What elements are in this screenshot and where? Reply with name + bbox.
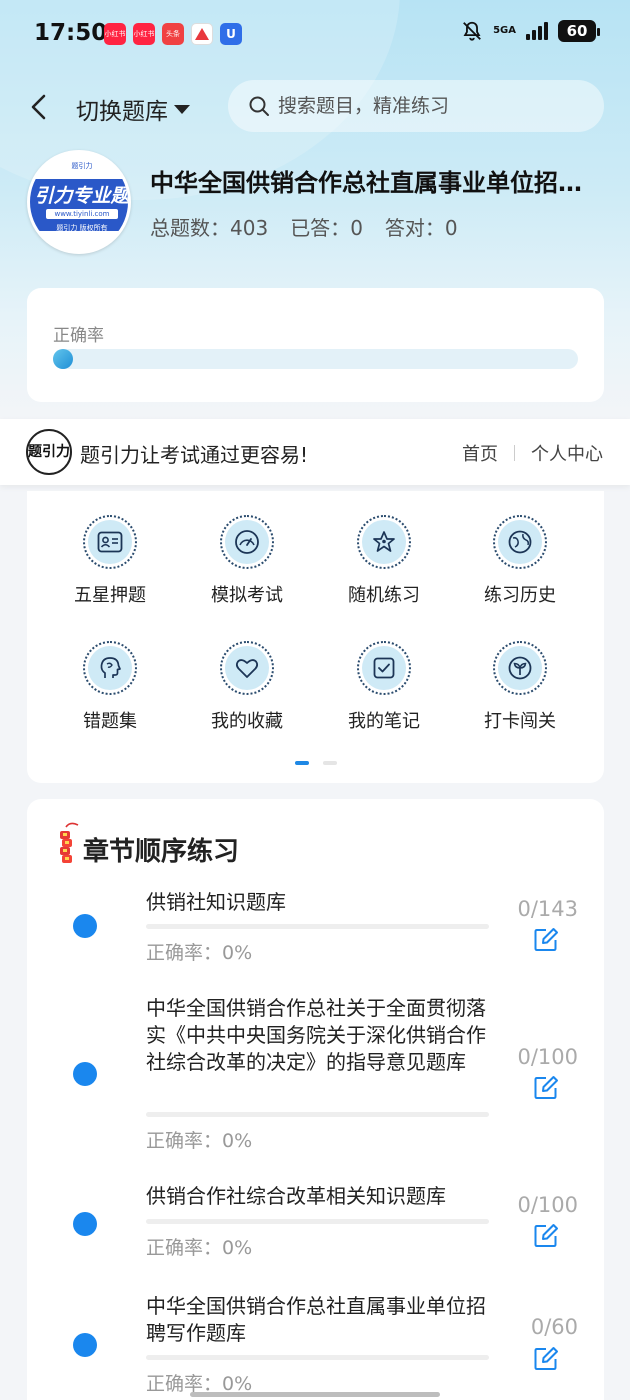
head-icon xyxy=(100,657,121,678)
feature-my-notes[interactable]: 我的笔记 xyxy=(324,641,444,733)
u-app-icon: U xyxy=(220,23,242,45)
bank-logo: 题引力 引力专业题 www.tiyinli.com 题引力 版权所有 xyxy=(27,150,131,254)
link-divider xyxy=(514,445,515,461)
edit-icon[interactable] xyxy=(533,1223,559,1249)
speedometer-icon xyxy=(235,530,259,554)
signal-icon xyxy=(526,22,548,40)
grid-page-indicator xyxy=(295,761,337,765)
battery-icon: 60 xyxy=(558,20,600,42)
logo-brand-text: 引力专业题 xyxy=(34,185,130,207)
sprout-icon xyxy=(508,656,532,680)
chapter-name: 供销社知识题库 xyxy=(146,890,286,914)
home-link[interactable]: 首页 xyxy=(462,440,498,466)
chapter-bullet xyxy=(73,1062,97,1086)
chapter-accuracy: 正确率：0% xyxy=(146,942,253,964)
feature-random-practice[interactable]: 随机练习 xyxy=(324,515,444,607)
accuracy-label: 正确率 xyxy=(53,326,104,346)
chapter-practice-card: 章节顺序练习 供销社知识题库 正确率：0% 0/143 中华全国供销合作总社关于… xyxy=(27,799,604,1400)
promo-bar: 题引力 题引力让考试通过更容易! 首页 个人中心 xyxy=(0,419,630,485)
status-bar: 17:50 小红书 小红书 头条 U 5GA 60 xyxy=(0,0,630,68)
globe-icon xyxy=(508,530,532,554)
page-dot xyxy=(323,761,337,765)
search-input[interactable] xyxy=(278,95,578,117)
logo-copyright-text: 题引力 版权所有 xyxy=(56,224,108,232)
feature-label: 我的收藏 xyxy=(211,711,283,732)
edit-icon[interactable] xyxy=(533,1346,559,1372)
toutiao-app-icon: 头条 xyxy=(162,23,184,45)
chapter-progress-bar xyxy=(146,1355,489,1360)
chapter-progress-bar xyxy=(146,1112,489,1117)
feature-grid: 五星押题 模拟考试 随机练习 练习历史 错题集 我的收藏 我的笔记 打卡闯关 xyxy=(27,491,604,783)
chapter-accuracy: 正确率：0% xyxy=(146,1130,253,1152)
accuracy-progress-bar xyxy=(53,349,578,369)
status-time: 17:50 xyxy=(34,20,108,46)
chapter-bullet xyxy=(73,1333,97,1357)
feature-label: 我的笔记 xyxy=(348,711,420,732)
firecracker-icon xyxy=(60,822,79,863)
bank-stats: 总题数：403 已答：0 答对：0 xyxy=(150,212,458,241)
feature-label: 模拟考试 xyxy=(211,585,283,606)
chapter-section-title: 章节顺序练习 xyxy=(83,837,240,867)
mute-bell-icon xyxy=(463,21,481,41)
logo-top-text: 题引力 xyxy=(71,162,93,170)
xiaohongshu-app-icon: 小红书 xyxy=(104,23,126,45)
note-check-icon xyxy=(373,657,395,679)
accuracy-progress-handle xyxy=(53,349,73,369)
logo-url-text: www.tiyinli.com xyxy=(46,209,118,219)
chapter-count: 0/60 xyxy=(530,1315,578,1339)
heart-icon xyxy=(235,659,259,678)
feature-my-favorites[interactable]: 我的收藏 xyxy=(187,641,307,733)
promo-slogan: 题引力让考试通过更容易! xyxy=(80,443,309,467)
id-card-icon xyxy=(97,531,123,553)
accuracy-card: 正确率 xyxy=(27,288,604,402)
feature-label: 错题集 xyxy=(83,711,137,732)
edit-icon[interactable] xyxy=(533,1075,559,1101)
chapter-count: 0/100 xyxy=(517,1045,578,1069)
chapter-progress-bar xyxy=(146,1219,489,1224)
status-app-icons: 小红书 小红书 头条 U xyxy=(104,23,242,45)
stat-answered: 已答：0 xyxy=(290,216,363,240)
chapter-name: 中华全国供销合作总社直属事业单位招聘写作题库 xyxy=(146,1294,486,1345)
chapter-name: 中华全国供销合作总社关于全面贯彻落实《中共中央国务院关于深化供销合作社综合改革的… xyxy=(146,996,486,1074)
network-type: 5GA xyxy=(493,25,516,36)
chapter-bullet xyxy=(73,914,97,938)
feature-mock-exam[interactable]: 模拟考试 xyxy=(187,515,307,607)
chapter-count: 0/143 xyxy=(517,897,578,921)
feature-label: 练习历史 xyxy=(484,585,556,606)
page-dot-active xyxy=(295,761,309,765)
chapter-name: 供销合作社综合改革相关知识题库 xyxy=(146,1184,446,1208)
feature-label: 五星押题 xyxy=(74,585,146,606)
caret-down-icon xyxy=(174,104,190,114)
stat-correct: 答对：0 xyxy=(384,216,458,240)
feature-label: 打卡闯关 xyxy=(484,711,556,732)
edit-icon[interactable] xyxy=(533,927,559,953)
feature-wrong-questions[interactable]: 错题集 xyxy=(50,641,170,733)
chevron-left-icon xyxy=(31,94,46,120)
stat-total: 总题数：403 xyxy=(150,216,269,240)
switch-bank-label: 切换题库 xyxy=(76,99,168,125)
star-network-icon xyxy=(373,531,395,552)
tiyinli-logo: 题引力 xyxy=(26,429,72,475)
home-indicator[interactable] xyxy=(190,1392,440,1397)
chapter-accuracy: 正确率：0% xyxy=(146,1237,253,1259)
feature-label: 随机练习 xyxy=(348,585,420,606)
switch-bank-dropdown[interactable]: 切换题库 xyxy=(76,92,190,126)
chapter-count: 0/100 xyxy=(517,1193,578,1217)
search-icon xyxy=(249,96,269,116)
bank-title: 中华全国供销合作总社直属事业单位招聘考试题库 xyxy=(150,169,600,197)
xiaohongshu-app-icon: 小红书 xyxy=(133,23,155,45)
search-bar[interactable] xyxy=(228,80,604,132)
feature-five-star[interactable]: 五星押题 xyxy=(50,515,170,607)
chapter-bullet xyxy=(73,1212,97,1236)
personal-center-link[interactable]: 个人中心 xyxy=(531,440,603,466)
feature-checkin-challenge[interactable]: 打卡闯关 xyxy=(460,641,580,733)
chapter-progress-bar xyxy=(146,924,489,929)
back-button[interactable] xyxy=(22,88,58,128)
feature-practice-history[interactable]: 练习历史 xyxy=(460,515,580,607)
triangle-app-icon xyxy=(191,23,213,45)
